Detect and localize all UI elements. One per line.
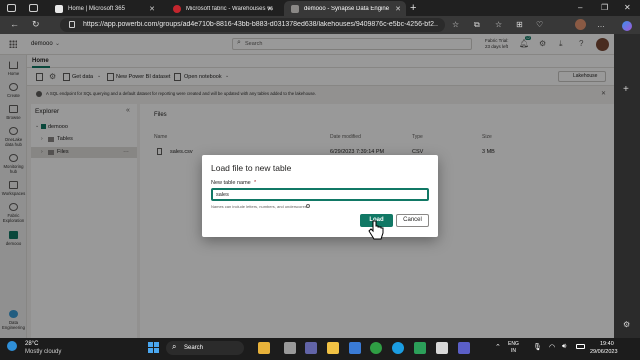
edge-icon[interactable] bbox=[392, 342, 404, 354]
battery-icon[interactable] bbox=[576, 344, 585, 349]
taskbar-search[interactable] bbox=[166, 341, 244, 355]
teams-icon[interactable] bbox=[305, 342, 317, 354]
sidebar-settings-icon[interactable]: ⚙ bbox=[623, 320, 630, 329]
show-hidden-icons-icon[interactable]: ⌃ bbox=[495, 343, 501, 351]
edge-sidebar: + ⚙ bbox=[614, 21, 640, 340]
wifi-icon[interactable]: ◠ bbox=[549, 343, 555, 351]
tab-home-m365[interactable]: Home | Microsoft 365 ✕ bbox=[48, 1, 160, 16]
app-icon[interactable] bbox=[436, 342, 448, 354]
app-icon[interactable] bbox=[414, 342, 426, 354]
fabric-favicon-icon bbox=[291, 4, 299, 13]
naming-hint: Names can include letters, numbers, and … bbox=[211, 204, 307, 209]
task-view-icon[interactable] bbox=[284, 342, 296, 354]
table-name-value: sales bbox=[216, 192, 229, 198]
new-tab-button[interactable]: + bbox=[410, 2, 416, 14]
store-icon[interactable] bbox=[349, 342, 361, 354]
clock-time[interactable]: 19:40 bbox=[600, 341, 614, 347]
browser-tab-bar: Home | Microsoft 365 ✕ Microsoft fabric … bbox=[0, 0, 640, 16]
collections-icon[interactable]: ⊞ bbox=[516, 20, 523, 29]
volume-icon[interactable]: 🔊︎ bbox=[562, 343, 566, 351]
tab-title: Home | Microsoft 365 bbox=[68, 5, 125, 12]
bing-icon[interactable] bbox=[622, 21, 632, 31]
chrome-icon[interactable] bbox=[370, 342, 382, 354]
dialog-title: Load file to new table bbox=[211, 163, 292, 173]
cancel-button[interactable]: Cancel bbox=[396, 214, 429, 227]
file-explorer-icon[interactable] bbox=[327, 342, 339, 354]
language-indicator-region[interactable]: IN bbox=[511, 348, 516, 354]
extensions-icon[interactable]: ⧉ bbox=[474, 20, 480, 30]
required-marker: * bbox=[254, 180, 257, 186]
taskbar-search-label: Search bbox=[184, 345, 204, 351]
widgets-app-icon[interactable] bbox=[258, 342, 270, 354]
language-indicator[interactable]: ENG bbox=[508, 341, 519, 347]
workspaces-icon[interactable] bbox=[7, 4, 16, 12]
tab-title: Microsoft fabric - Warehouses vs bbox=[186, 5, 274, 12]
back-icon[interactable]: ← bbox=[10, 19, 19, 29]
refresh-icon[interactable]: ↻ bbox=[32, 19, 40, 30]
m365-favicon-icon bbox=[55, 4, 63, 13]
close-icon[interactable]: ✕ bbox=[267, 5, 273, 13]
clock-date[interactable]: 29/06/2023 bbox=[590, 349, 618, 355]
teams-icon[interactable] bbox=[458, 342, 470, 354]
more-options-icon[interactable]: … bbox=[597, 20, 605, 29]
close-icon[interactable]: ✕ bbox=[395, 5, 401, 13]
add-sidebar-app-icon[interactable]: + bbox=[623, 84, 629, 95]
vertical-tabs-icon[interactable] bbox=[29, 4, 38, 12]
start-button[interactable] bbox=[148, 342, 159, 353]
tab-microsoft-fabric-article[interactable]: Microsoft fabric - Warehouses vs ✕ bbox=[166, 1, 278, 16]
table-name-label: New table name bbox=[211, 180, 251, 186]
cancel-button-label: Cancel bbox=[403, 217, 422, 223]
weather-icon[interactable] bbox=[7, 341, 17, 351]
weather-temp[interactable]: 28°C bbox=[25, 341, 38, 347]
profile-avatar[interactable] bbox=[575, 19, 586, 30]
weather-desc[interactable]: Mostly cloudy bbox=[25, 349, 61, 355]
search-icon: ⌕ bbox=[172, 342, 177, 351]
red-favicon-icon bbox=[173, 4, 181, 13]
windows-taskbar bbox=[0, 338, 640, 360]
load-to-table-dialog: Load file to new table New table name * … bbox=[202, 155, 438, 237]
favorite-star-icon[interactable]: ☆ bbox=[452, 20, 459, 29]
url-text: https://app.powerbi.com/groups/ad4e710b-… bbox=[83, 21, 438, 28]
minimize-icon[interactable]: – bbox=[578, 3, 582, 12]
tab-demooo-synapse[interactable]: demooo - Synapse Data Engine ✕ bbox=[284, 1, 406, 16]
mic-icon[interactable]: 🎙︎ bbox=[533, 343, 542, 351]
close-window-icon[interactable]: ✕ bbox=[624, 3, 631, 12]
info-icon bbox=[306, 204, 310, 208]
restore-icon[interactable]: ❐ bbox=[601, 3, 608, 12]
tab-title: demooo - Synapse Data Engine bbox=[304, 5, 390, 12]
favorites-icon[interactable]: ☆ bbox=[495, 20, 502, 29]
table-name-field[interactable] bbox=[211, 188, 429, 201]
close-icon[interactable]: ✕ bbox=[149, 5, 155, 13]
browser-essentials-icon[interactable]: ♡ bbox=[536, 20, 543, 29]
hand-cursor-icon bbox=[368, 220, 384, 240]
lock-icon bbox=[69, 21, 75, 28]
